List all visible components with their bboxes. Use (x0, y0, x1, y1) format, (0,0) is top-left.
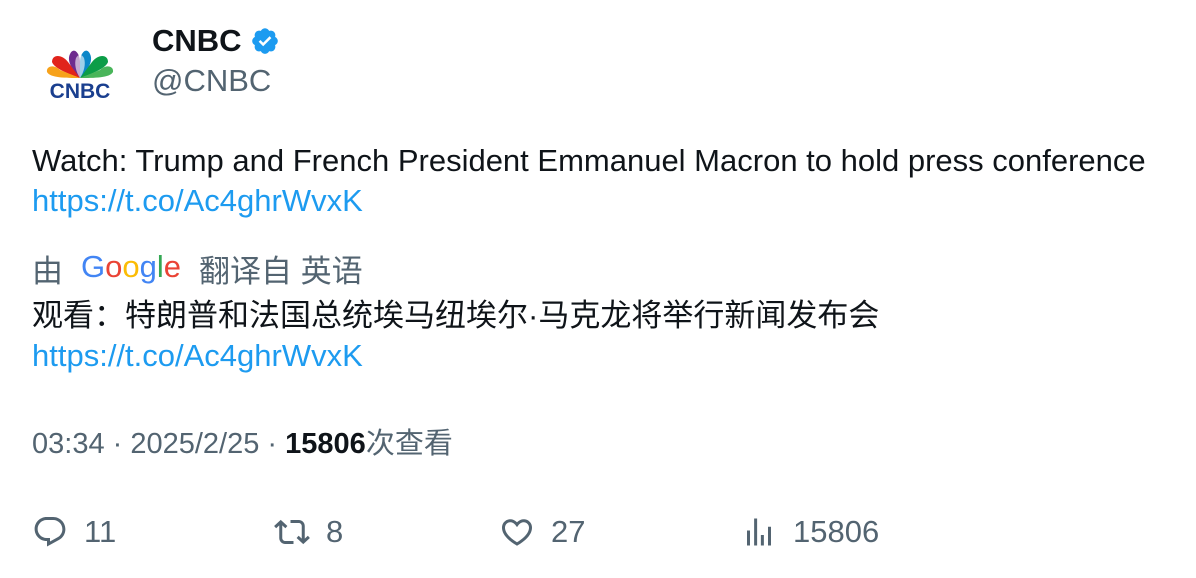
author-avatar[interactable]: CNBC (32, 28, 128, 124)
cnbc-logo-text: CNBC (50, 80, 111, 103)
retweet-count: 8 (326, 514, 344, 549)
translated-text-body: 观看：特朗普和法国总统埃马纽埃尔·马克龙将举行新闻发布会 (32, 298, 880, 333)
meta-separator: · (104, 428, 131, 460)
views-count: 15806 (285, 428, 366, 460)
tweet-text: Watch: Trump and French President Emmanu… (32, 141, 1152, 221)
tweet-time[interactable]: 03:34 (32, 428, 105, 460)
author-name[interactable]: CNBC (152, 22, 242, 60)
tweet-card: CNBC CNBC @CNBC Watch: Trump and French … (0, 0, 1196, 578)
cnbc-peacock-logo-icon: CNBC (46, 50, 114, 103)
translation-prefix: 由 (32, 253, 63, 289)
tweet-link[interactable]: https://t.co/Ac4ghrWvxK (32, 183, 363, 218)
translated-text: 观看：特朗普和法国总统埃马纽埃尔·马克龙将举行新闻发布会 https://t.c… (32, 296, 1152, 376)
verified-badge-icon (251, 28, 278, 54)
views-button[interactable]: 15806 (741, 510, 879, 554)
author-handle[interactable]: @CNBC (152, 62, 271, 100)
retweet-button[interactable]: 8 (274, 510, 343, 554)
translation-attribution[interactable]: 由 Google 翻译自 英语 (32, 246, 363, 290)
svg-text:Google: Google (81, 250, 181, 284)
reply-icon (34, 517, 66, 547)
reply-button[interactable]: 11 (32, 510, 116, 554)
tweet-meta: 03:34 · 2025/2/25 · 15806次查看 (32, 424, 453, 464)
action-bar: 11 8 27 15806 (32, 510, 1152, 554)
analytics-icon (747, 518, 771, 546)
translation-suffix: 翻译自 英语 (199, 253, 363, 289)
reply-count: 11 (84, 514, 117, 549)
like-count: 27 (551, 514, 586, 549)
heart-icon (501, 519, 533, 546)
tweet-text-body: Watch: Trump and French President Emmanu… (32, 143, 1146, 178)
views-label: 次查看 (365, 428, 453, 460)
like-button[interactable]: 27 (499, 510, 585, 554)
author-name-row[interactable]: CNBC (152, 22, 280, 60)
google-logo-icon: Google (81, 250, 181, 284)
translated-link[interactable]: https://t.co/Ac4ghrWvxK (32, 338, 363, 373)
retweet-icon (274, 519, 310, 545)
tweet-date[interactable]: 2025/2/25 (130, 428, 259, 460)
meta-separator-2: · (259, 428, 286, 460)
views-action-count: 15806 (793, 514, 880, 549)
